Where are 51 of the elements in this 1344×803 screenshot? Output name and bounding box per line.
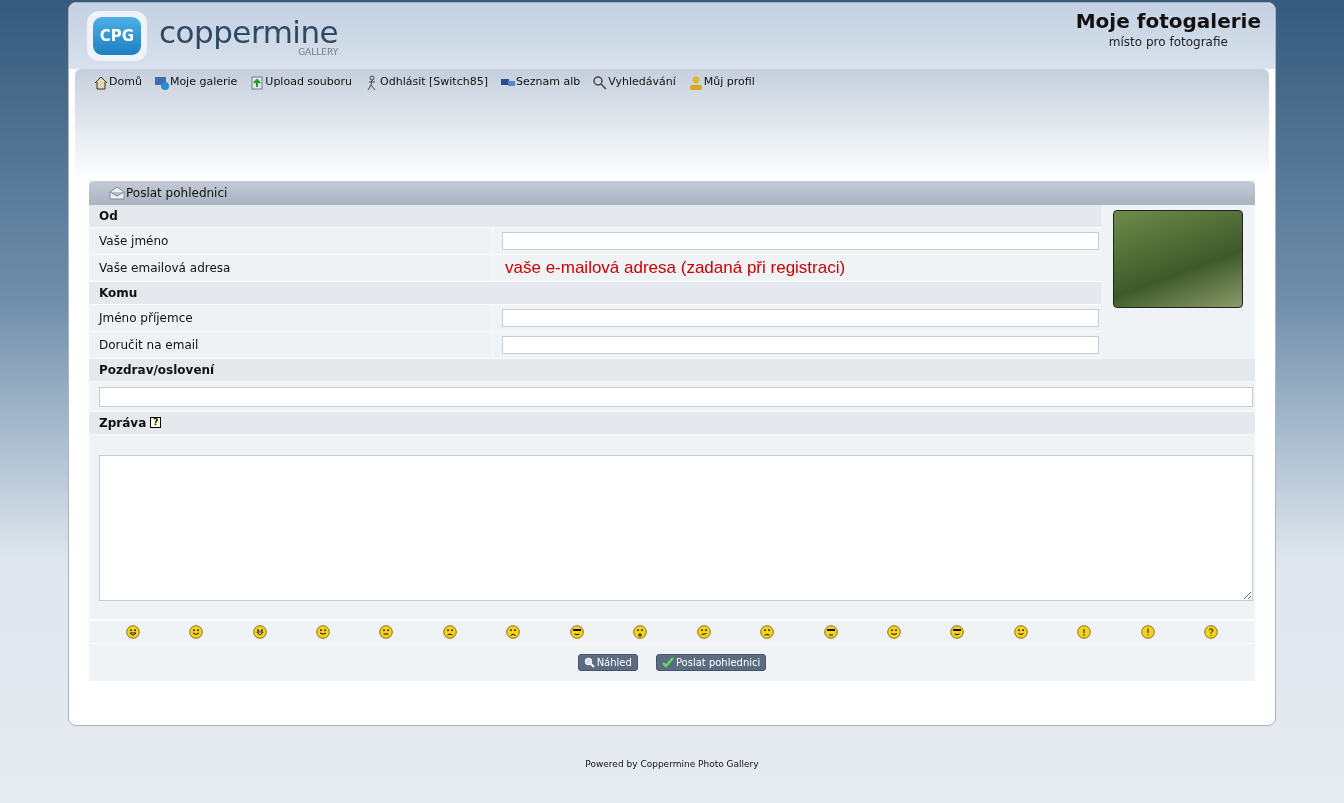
smiley-icon[interactable] [1013, 624, 1028, 639]
send-button[interactable]: Poslat pohlednici [655, 653, 767, 671]
symbol-emoticon-icon[interactable] [1077, 624, 1092, 639]
smiley-icon[interactable] [316, 624, 331, 639]
smiley-icon[interactable] [760, 624, 775, 639]
panel-title: Poslat pohlednici [126, 186, 228, 200]
smiley-icon[interactable] [950, 624, 965, 639]
smiley-icon[interactable] [633, 624, 648, 639]
upload-icon [249, 75, 266, 91]
section-heading: Pozdrav/oslovení [89, 359, 1255, 382]
smiley-icon[interactable] [569, 624, 584, 639]
input-field[interactable] [502, 309, 1099, 327]
search-icon [592, 75, 609, 91]
smiley-icon[interactable] [823, 624, 838, 639]
house-icon [93, 75, 109, 91]
user-icon [687, 75, 704, 91]
smiley-icon[interactable] [125, 624, 140, 639]
symbol-emoticon-icon[interactable] [1204, 624, 1219, 639]
smiley-icon[interactable] [189, 624, 204, 639]
nav-link[interactable]: Domů [109, 75, 142, 88]
search-icon [583, 656, 595, 668]
nav-link[interactable]: Odhlásit [Switch85] [380, 75, 488, 88]
logo-mark: CPG [93, 17, 141, 55]
nav-link[interactable]: Upload souboru [265, 75, 352, 88]
section-heading: Zpráva [99, 415, 147, 430]
footer-credit: Powered by Coppermine Photo Gallery [585, 758, 759, 769]
logo-wordmark: coppermine [159, 15, 339, 49]
nav-link[interactable]: Můj profil [703, 75, 755, 88]
input-field[interactable] [99, 386, 1253, 407]
smiley-icon[interactable] [252, 624, 267, 639]
smiley-icon[interactable] [696, 624, 711, 639]
message-field[interactable] [99, 454, 1253, 601]
nav-link[interactable]: Seznam alb [516, 75, 581, 88]
preview-button[interactable]: Náhled [577, 653, 638, 671]
smiley-icon[interactable] [442, 624, 457, 639]
site-title: Moje fotogalerie [1075, 9, 1261, 33]
nav-link[interactable]: Vyhledávání [608, 75, 676, 88]
help-icon[interactable]: ? [150, 417, 162, 428]
smiley-icon[interactable] [506, 624, 521, 639]
nav-link[interactable]: Moje galerie [169, 75, 238, 88]
logo-subtitle: GALLERY [298, 47, 339, 57]
section-heading: Od [89, 205, 1101, 228]
envelope-icon [109, 186, 125, 200]
symbol-emoticon-icon[interactable] [1140, 624, 1155, 639]
check-icon [661, 656, 674, 668]
smiley-icon[interactable] [886, 624, 901, 639]
site-tagline: místo pro fotografie [1108, 35, 1228, 49]
input-field[interactable] [502, 232, 1099, 250]
email-note: vaše e-mailová adresa (zadaná při registraci) [505, 258, 846, 278]
section-heading: Komu [89, 282, 1101, 305]
input-field[interactable] [502, 336, 1099, 354]
